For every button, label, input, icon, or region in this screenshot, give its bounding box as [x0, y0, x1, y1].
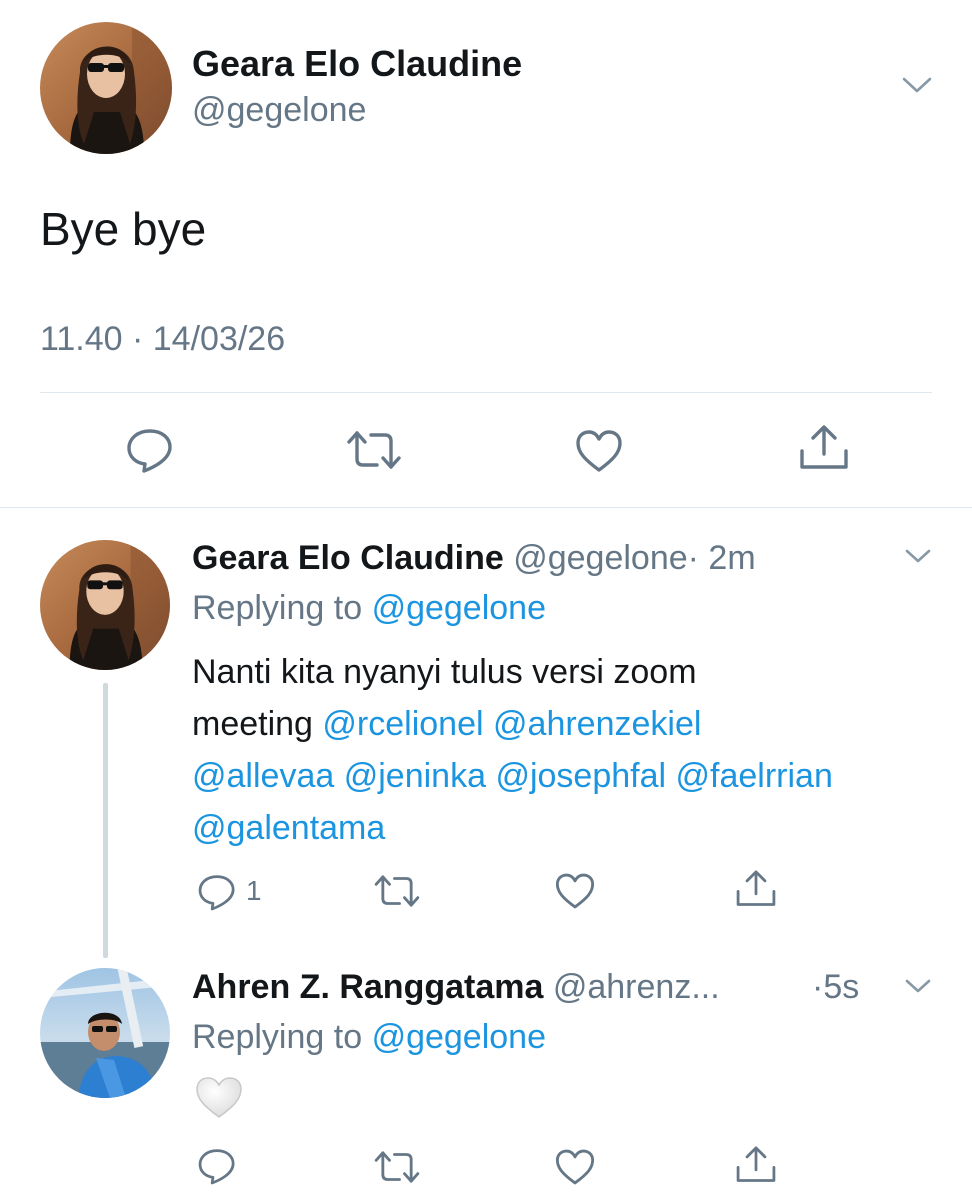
white-heart-emoji-icon	[196, 1077, 242, 1118]
mention-link[interactable]: @faelrrian	[676, 757, 833, 795]
tweet-timestamp: 11.40 · 14/03/26	[40, 320, 286, 358]
chevron-down-icon[interactable]	[903, 546, 933, 566]
chevron-down-icon[interactable]	[900, 74, 934, 96]
reply-button[interactable]: 1	[196, 870, 276, 914]
reply-icon	[198, 875, 235, 911]
thread-line	[103, 683, 108, 958]
reply-header: Ahren Z. Ranggatama @ahrenz...	[192, 966, 892, 1008]
replying-label: Replying to	[192, 1018, 363, 1056]
share-icon[interactable]	[734, 1144, 778, 1186]
author-handle[interactable]: @gegelone	[192, 89, 366, 131]
reply-icon[interactable]	[124, 426, 176, 474]
retweet-icon[interactable]	[372, 1148, 422, 1186]
reply-header: Geara Elo Claudine @gegelone· 2m	[192, 537, 756, 579]
reply-count: 1	[246, 875, 262, 906]
reply-text-line: @galentama	[192, 802, 932, 854]
reply-text-line: Nanti kita nyanyi tulus versi zoom	[192, 646, 932, 698]
reply-time: · 2m	[687, 539, 756, 577]
author-handle[interactable]: @gegelone	[513, 539, 687, 577]
like-icon[interactable]	[574, 428, 624, 474]
avatar[interactable]	[40, 22, 172, 154]
author-name[interactable]: Geara Elo Claudine	[192, 42, 522, 86]
mention-link[interactable]: @galentama	[192, 809, 385, 847]
reply-text: Nanti kita nyanyi tulus versi zoom meeti…	[192, 646, 932, 854]
reply-text-line: @allevaa @jeninka @josephfal @faelrrian	[192, 750, 932, 802]
author-name[interactable]: Geara Elo Claudine	[192, 539, 504, 577]
replying-handle-link[interactable]: @gegelone	[372, 1018, 546, 1056]
avatar[interactable]	[40, 968, 170, 1098]
tweet-text: Bye bye	[40, 203, 207, 255]
share-icon[interactable]	[734, 868, 778, 910]
reply-text-word: meeting	[192, 705, 313, 743]
reply-icon[interactable]	[196, 1146, 238, 1186]
replying-to: Replying to @gegelone	[192, 1016, 546, 1058]
share-icon[interactable]	[797, 423, 851, 473]
mention-link[interactable]: @rcelionel	[322, 705, 483, 743]
divider	[40, 392, 932, 393]
replying-handle-link[interactable]: @gegelone	[372, 589, 546, 627]
avatar[interactable]	[40, 540, 170, 670]
chevron-down-icon[interactable]	[903, 976, 933, 996]
replying-to: Replying to @gegelone	[192, 587, 546, 629]
mention-link[interactable]: @jeninka	[344, 757, 486, 795]
reply-text-line: meeting @rcelionel @ahrenzekiel	[192, 698, 932, 750]
mention-link[interactable]: @josephfal	[495, 757, 666, 795]
mention-link[interactable]: @ahrenzekiel	[493, 705, 701, 743]
mention-link[interactable]: @allevaa	[192, 757, 334, 795]
replying-label: Replying to	[192, 589, 363, 627]
section-divider	[0, 507, 972, 508]
like-icon[interactable]	[554, 1147, 596, 1187]
like-icon[interactable]	[554, 871, 596, 911]
retweet-icon[interactable]	[344, 428, 404, 472]
retweet-icon[interactable]	[372, 872, 422, 910]
reply-text-lead: Nanti kita nyanyi tulus versi zoom	[192, 653, 697, 691]
author-name[interactable]: Ahren Z. Ranggatama	[192, 968, 543, 1006]
author-handle[interactable]: @ahrenz...	[553, 968, 720, 1006]
reply-time: ·5s	[812, 968, 860, 1006]
